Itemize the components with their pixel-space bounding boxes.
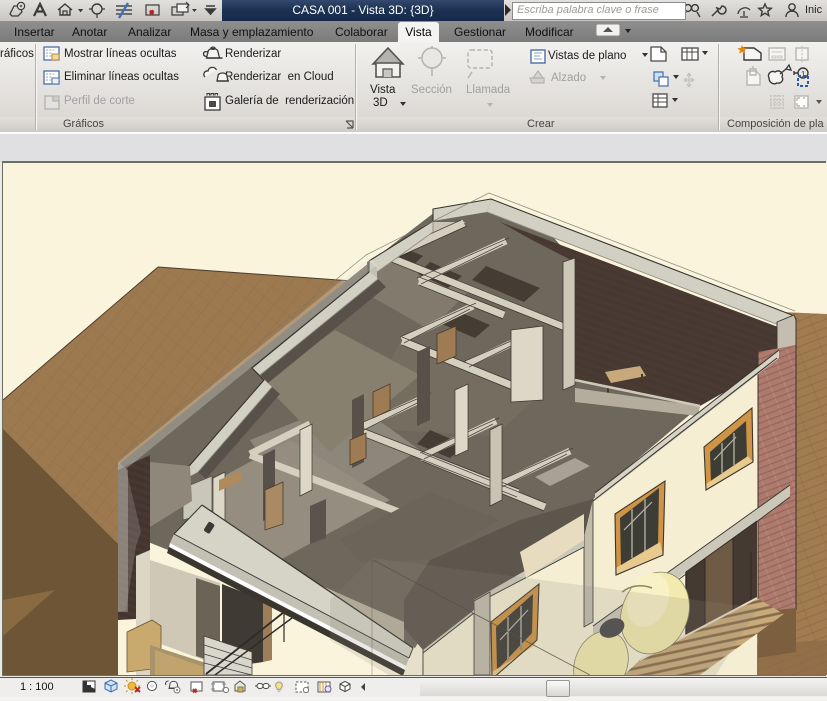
svg-text:Inic: Inic xyxy=(805,4,823,16)
svg-text:1: 1 xyxy=(801,70,806,79)
